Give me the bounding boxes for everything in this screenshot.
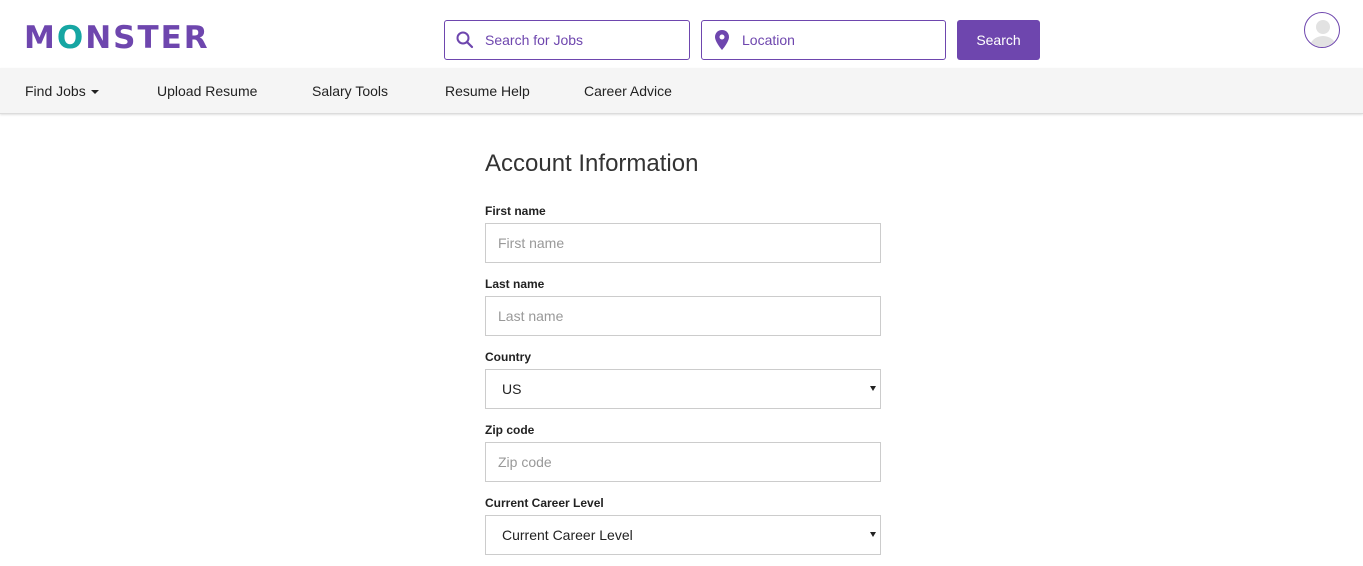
logo-letters-rest: NSTER bbox=[85, 20, 210, 56]
career-level-label: Current Career Level bbox=[485, 496, 604, 510]
first-name-field[interactable]: First name bbox=[485, 223, 881, 263]
nav-item-career-advice[interactable]: Career Advice bbox=[584, 83, 672, 99]
job-search-input[interactable]: Search for Jobs bbox=[444, 20, 690, 60]
form-title: Account Information bbox=[485, 150, 699, 177]
search-button[interactable]: Search bbox=[957, 20, 1040, 60]
caret-down-icon bbox=[90, 90, 99, 95]
search-icon bbox=[445, 31, 485, 49]
location-input[interactable]: Location bbox=[701, 20, 946, 60]
nav-item-find-jobs[interactable]: Find Jobs bbox=[25, 83, 99, 99]
career-level-selected-value: Current Career Level bbox=[502, 527, 633, 543]
logo-letter-o: O bbox=[56, 20, 86, 56]
country-select[interactable]: US bbox=[485, 369, 881, 409]
logo-letter-m: M bbox=[24, 20, 57, 56]
main-nav: Find Jobs Upload Resume Salary Tools Res… bbox=[0, 68, 1363, 114]
zip-code-field[interactable]: Zip code bbox=[485, 442, 881, 482]
country-label: Country bbox=[485, 350, 531, 364]
nav-item-resume-help[interactable]: Resume Help bbox=[445, 83, 530, 99]
career-level-select[interactable]: Current Career Level bbox=[485, 515, 881, 555]
nav-item-upload-resume[interactable]: Upload Resume bbox=[157, 83, 257, 99]
first-name-label: First name bbox=[485, 204, 546, 218]
location-placeholder: Location bbox=[742, 32, 795, 48]
map-pin-icon bbox=[702, 30, 742, 50]
monster-logo[interactable]: M O NSTER bbox=[24, 22, 210, 54]
user-avatar-icon[interactable] bbox=[1304, 12, 1340, 48]
nav-item-label: Find Jobs bbox=[25, 83, 86, 99]
nav-item-salary-tools[interactable]: Salary Tools bbox=[312, 83, 388, 99]
site-header: M O NSTER Search for Jobs Location Search bbox=[0, 0, 1363, 68]
dropdown-arrow-icon bbox=[870, 532, 876, 537]
dropdown-arrow-icon bbox=[870, 386, 876, 391]
job-search-placeholder: Search for Jobs bbox=[485, 32, 584, 48]
country-selected-value: US bbox=[502, 381, 522, 397]
last-name-field[interactable]: Last name bbox=[485, 296, 881, 336]
zip-code-label: Zip code bbox=[485, 423, 535, 437]
last-name-label: Last name bbox=[485, 277, 545, 291]
